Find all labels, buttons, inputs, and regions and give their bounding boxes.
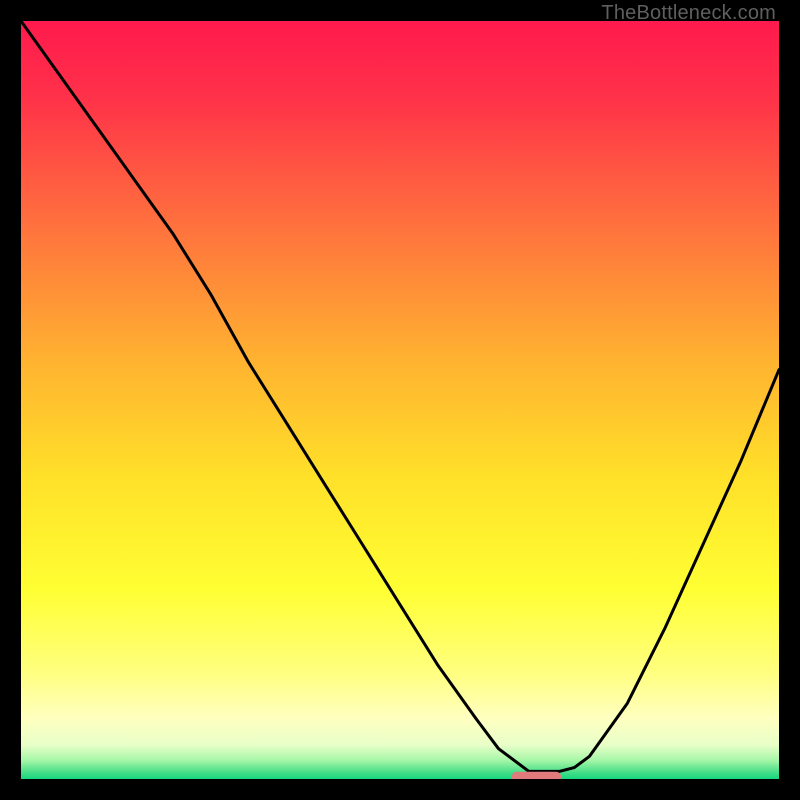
gradient-background [21, 21, 779, 779]
watermark-text: TheBottleneck.com [601, 2, 776, 25]
optimal-marker [512, 772, 561, 779]
bottleneck-chart [21, 21, 779, 779]
chart-frame [21, 21, 779, 779]
